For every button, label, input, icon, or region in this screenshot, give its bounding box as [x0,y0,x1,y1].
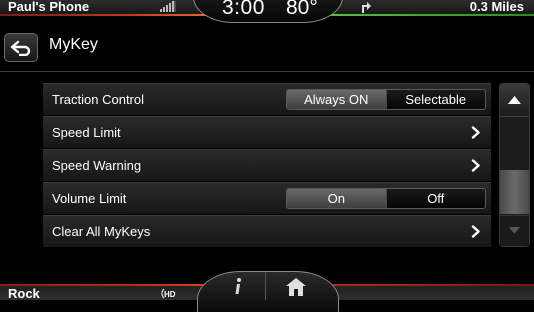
info-button[interactable] [214,276,262,300]
scrollbar[interactable] [499,83,530,247]
pod-divider [265,272,266,300]
setting-row-volume-limit: Volume Limit On Off [43,182,491,214]
status-bar-accent-right [322,14,534,16]
setting-row-speed-warning[interactable]: Speed Warning [43,149,491,181]
svg-text:HD: HD [164,290,176,299]
chevron-right-icon [471,159,480,172]
audio-source[interactable]: Rock [8,286,40,301]
traction-always-on-option[interactable]: Always ON [287,90,386,109]
volume-limit-toggle: On Off [286,188,486,209]
hd-radio-icon: HD [161,288,176,299]
back-arrow-icon [10,40,31,56]
home-button[interactable] [270,276,322,300]
setting-label: Clear All MyKeys [52,224,151,239]
scroll-down-icon [509,227,520,234]
scroll-thumb[interactable] [500,170,529,214]
home-icon [286,278,306,296]
scroll-down-button[interactable] [500,215,529,246]
setting-label: Speed Limit [52,125,121,140]
page-title: MyKey [49,36,98,53]
header-divider [0,71,534,72]
traction-selectable-option[interactable]: Selectable [385,90,485,109]
phone-name: Paul's Phone [8,0,90,14]
setting-label: Speed Warning [52,158,142,173]
setting-row-clear-all-mykeys[interactable]: Clear All MyKeys [43,215,491,247]
turn-right-arrow-icon [362,2,371,13]
info-icon [235,278,241,294]
chevron-right-icon [471,126,480,139]
bottom-bar-accent-right [320,284,534,286]
setting-row-speed-limit[interactable]: Speed Limit [43,116,491,148]
distance-readout: 0.3 Miles [469,0,524,14]
outside-temperature: 80° [286,0,318,19]
signal-bars-icon [160,1,176,12]
settings-list: Traction Control Always ON Selectable Sp… [43,83,491,248]
scroll-up-button[interactable] [500,84,529,117]
status-bar-accent-left [0,14,215,16]
setting-row-traction-control: Traction Control Always ON Selectable [43,83,491,115]
volume-limit-on-option[interactable]: On [287,189,386,208]
volume-limit-off-option[interactable]: Off [385,189,485,208]
clock: 3:00 [222,0,265,19]
clock-pod [193,0,343,23]
chevron-right-icon [471,225,480,238]
traction-control-toggle: Always ON Selectable [286,89,486,110]
scroll-up-icon [508,96,521,104]
setting-label: Volume Limit [52,191,127,206]
setting-label: Traction Control [52,92,144,107]
back-button[interactable] [4,33,38,62]
